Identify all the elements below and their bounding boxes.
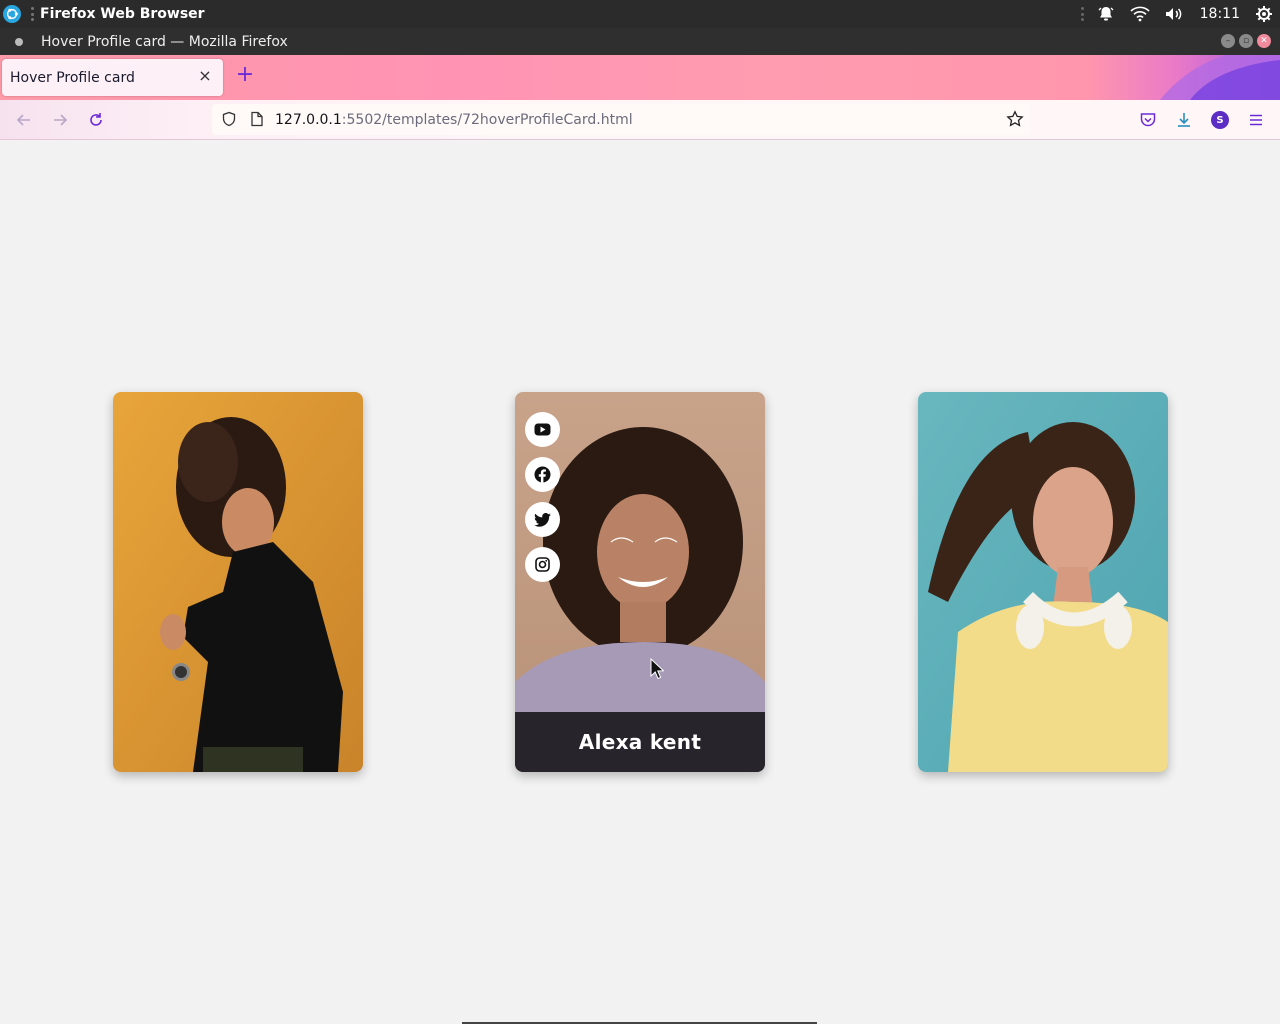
volume-icon[interactable]	[1164, 4, 1184, 24]
pocket-icon[interactable]	[1137, 109, 1159, 131]
system-top-bar: Firefox Web Browser 18:11	[0, 0, 1280, 28]
ubuntu-logo-icon[interactable]	[3, 5, 21, 23]
social-links	[525, 412, 560, 582]
page-content: Alexa kent	[0, 141, 1280, 1024]
navigation-bar: 127.0.0.1:5502/templates/72hoverProfileC…	[0, 100, 1280, 140]
instagram-icon[interactable]	[525, 547, 560, 582]
window-title: Hover Profile card — Mozilla Firefox	[41, 33, 288, 50]
notifications-icon[interactable]	[1096, 4, 1116, 24]
new-tab-button[interactable]: +	[235, 64, 255, 86]
profile-card-2[interactable]: Alexa kent	[515, 392, 765, 772]
account-initial: S	[1211, 111, 1229, 129]
mouse-cursor-icon	[650, 658, 664, 680]
downloads-icon[interactable]	[1173, 109, 1195, 131]
profile-name: Alexa kent	[578, 730, 702, 754]
profile-card-3[interactable]	[918, 392, 1168, 772]
close-window-icon[interactable]: ✕	[1257, 34, 1271, 48]
separator-icon	[1080, 7, 1084, 21]
tab-hover-profile-card[interactable]: Hover Profile card ×	[2, 59, 223, 96]
window-title-bar: Hover Profile card — Mozilla Firefox – ▫…	[0, 28, 1280, 55]
profile-card-1[interactable]	[113, 392, 363, 772]
close-tab-icon[interactable]: ×	[197, 68, 213, 84]
tab-strip: Hover Profile card × +	[0, 55, 1280, 100]
url-text[interactable]: 127.0.0.1:5502/templates/72hoverProfileC…	[275, 112, 633, 128]
reload-icon[interactable]	[85, 109, 107, 131]
url-path: :5502/templates/72hoverProfileCard.html	[341, 111, 633, 128]
profile-photo	[918, 392, 1168, 772]
settings-icon[interactable]	[1254, 4, 1274, 24]
hamburger-menu-icon[interactable]	[1245, 109, 1267, 131]
facebook-icon[interactable]	[525, 457, 560, 492]
wifi-icon[interactable]	[1130, 4, 1150, 24]
maximize-icon[interactable]: ▫	[1239, 34, 1253, 48]
active-app-name[interactable]: Firefox Web Browser	[40, 6, 205, 22]
theme-decoration	[1160, 55, 1280, 100]
tab-title: Hover Profile card	[10, 69, 135, 86]
profile-photo	[113, 392, 363, 772]
url-bar[interactable]: 127.0.0.1:5502/templates/72hoverProfileC…	[212, 104, 1030, 135]
url-host: 127.0.0.1	[275, 111, 342, 128]
clock[interactable]: 18:11	[1200, 6, 1240, 22]
window-menu-icon[interactable]	[15, 37, 23, 46]
twitter-icon[interactable]	[525, 502, 560, 537]
youtube-icon[interactable]	[525, 412, 560, 447]
page-info-icon[interactable]	[249, 111, 265, 127]
tracking-protection-icon[interactable]	[221, 111, 237, 127]
forward-arrow-icon[interactable]	[49, 109, 71, 131]
drag-handle-icon	[31, 7, 34, 21]
bookmark-star-icon[interactable]	[1006, 110, 1024, 128]
profile-name-band: Alexa kent	[515, 712, 765, 772]
back-arrow-icon[interactable]	[13, 109, 35, 131]
account-avatar-icon[interactable]: S	[1209, 109, 1231, 131]
minimize-icon[interactable]: –	[1221, 34, 1235, 48]
